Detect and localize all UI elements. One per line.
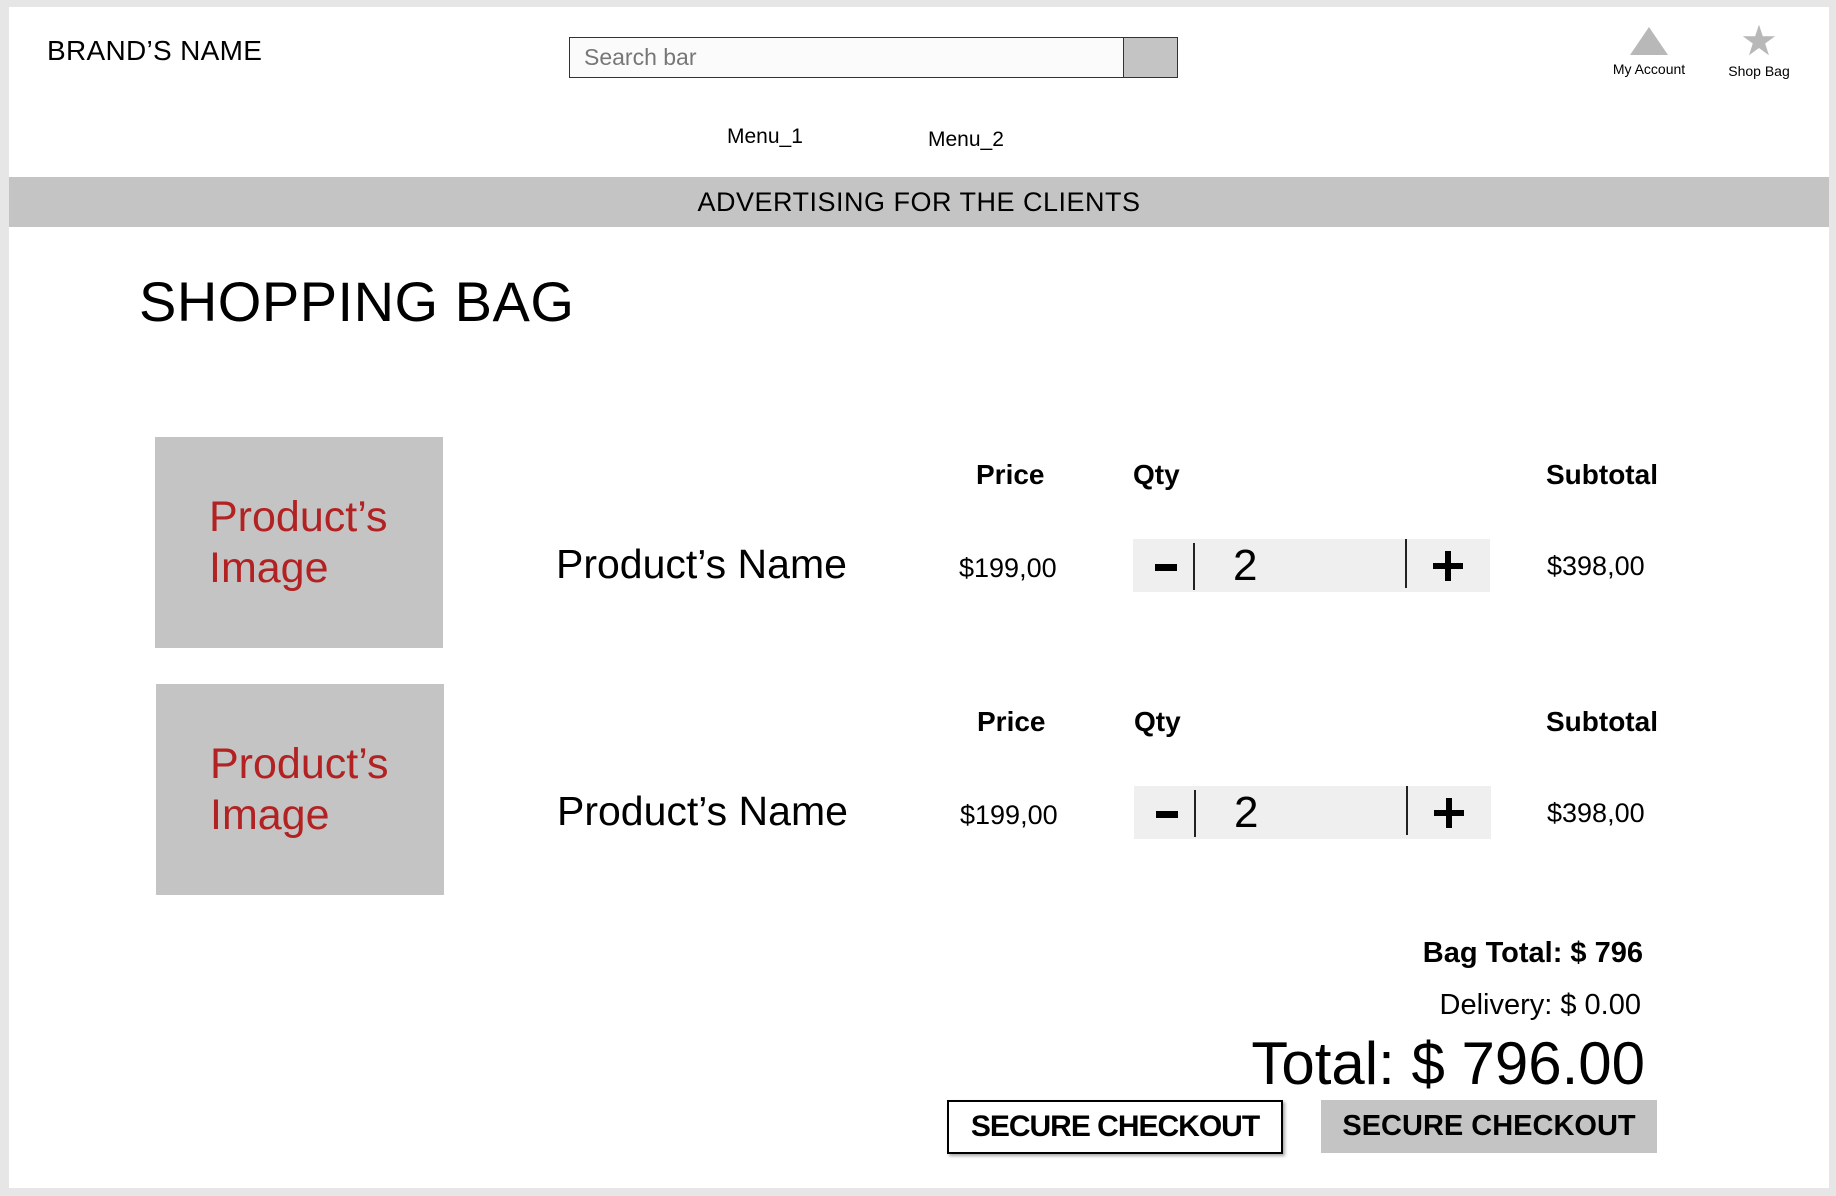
product-image[interactable]: Product’s Image	[155, 437, 443, 648]
triangle-icon	[1630, 27, 1668, 55]
brand-name[interactable]: BRAND’S NAME	[47, 35, 262, 67]
qty-header: Qty	[1134, 706, 1181, 737]
quantity-stepper	[1133, 539, 1490, 592]
item-price: $199,00	[960, 800, 1058, 830]
secure-checkout-button-filled[interactable]: SECURE CHECKOUT	[1321, 1100, 1657, 1153]
bag-total: Bag Total: $ 796	[1422, 937, 1643, 969]
my-account-label: My Account	[1612, 61, 1686, 77]
item-subtotal: $398,00	[1547, 551, 1645, 581]
product-image[interactable]: Product’s Image	[156, 684, 444, 895]
quantity-stepper	[1134, 786, 1491, 839]
qty-input[interactable]	[1196, 786, 1406, 839]
qty-decrease-button[interactable]	[1134, 786, 1194, 839]
shop-bag-label: Shop Bag	[1728, 63, 1790, 79]
search-button[interactable]	[1123, 37, 1178, 78]
product-image-label: Product’s Image	[209, 492, 388, 592]
qty-decrease-button[interactable]	[1133, 539, 1193, 592]
minus-icon	[1155, 564, 1177, 571]
secure-checkout-button-outline[interactable]: SECURE CHECKOUT	[947, 1100, 1283, 1154]
product-name[interactable]: Product’s Name	[557, 788, 848, 835]
menu-item-1[interactable]: Menu_1	[727, 125, 803, 149]
subtotal-header: Subtotal	[1546, 706, 1658, 737]
my-account-button[interactable]: My Account	[1589, 27, 1709, 77]
page-frame: BRAND’S NAME My Account ★ Shop Bag Menu_…	[9, 7, 1829, 1188]
product-image-label: Product’s Image	[210, 739, 389, 839]
qty-header: Qty	[1133, 459, 1180, 490]
minus-icon	[1156, 811, 1178, 818]
item-price: $199,00	[959, 553, 1057, 583]
page-title: SHOPPING BAG	[139, 270, 575, 333]
star-icon: ★	[1740, 17, 1778, 64]
qty-increase-button[interactable]	[1407, 539, 1490, 592]
price-header: Price	[977, 706, 1046, 737]
menu-item-2[interactable]: Menu_2	[928, 128, 1004, 152]
delivery-cost: Delivery: $ 0.00	[1439, 989, 1642, 1021]
search-input[interactable]	[569, 37, 1124, 78]
advertising-banner[interactable]: ADVERTISING FOR THE CLIENTS	[9, 177, 1829, 227]
qty-input[interactable]	[1195, 539, 1405, 592]
price-header: Price	[976, 459, 1045, 490]
product-name[interactable]: Product’s Name	[556, 541, 847, 588]
search-bar	[569, 37, 1178, 78]
qty-increase-button[interactable]	[1408, 786, 1491, 839]
subtotal-header: Subtotal	[1546, 459, 1658, 490]
shop-bag-button[interactable]: ★ Shop Bag	[1699, 17, 1819, 80]
item-subtotal: $398,00	[1547, 798, 1645, 828]
grand-total: Total: $ 796.00	[1251, 1030, 1645, 1097]
